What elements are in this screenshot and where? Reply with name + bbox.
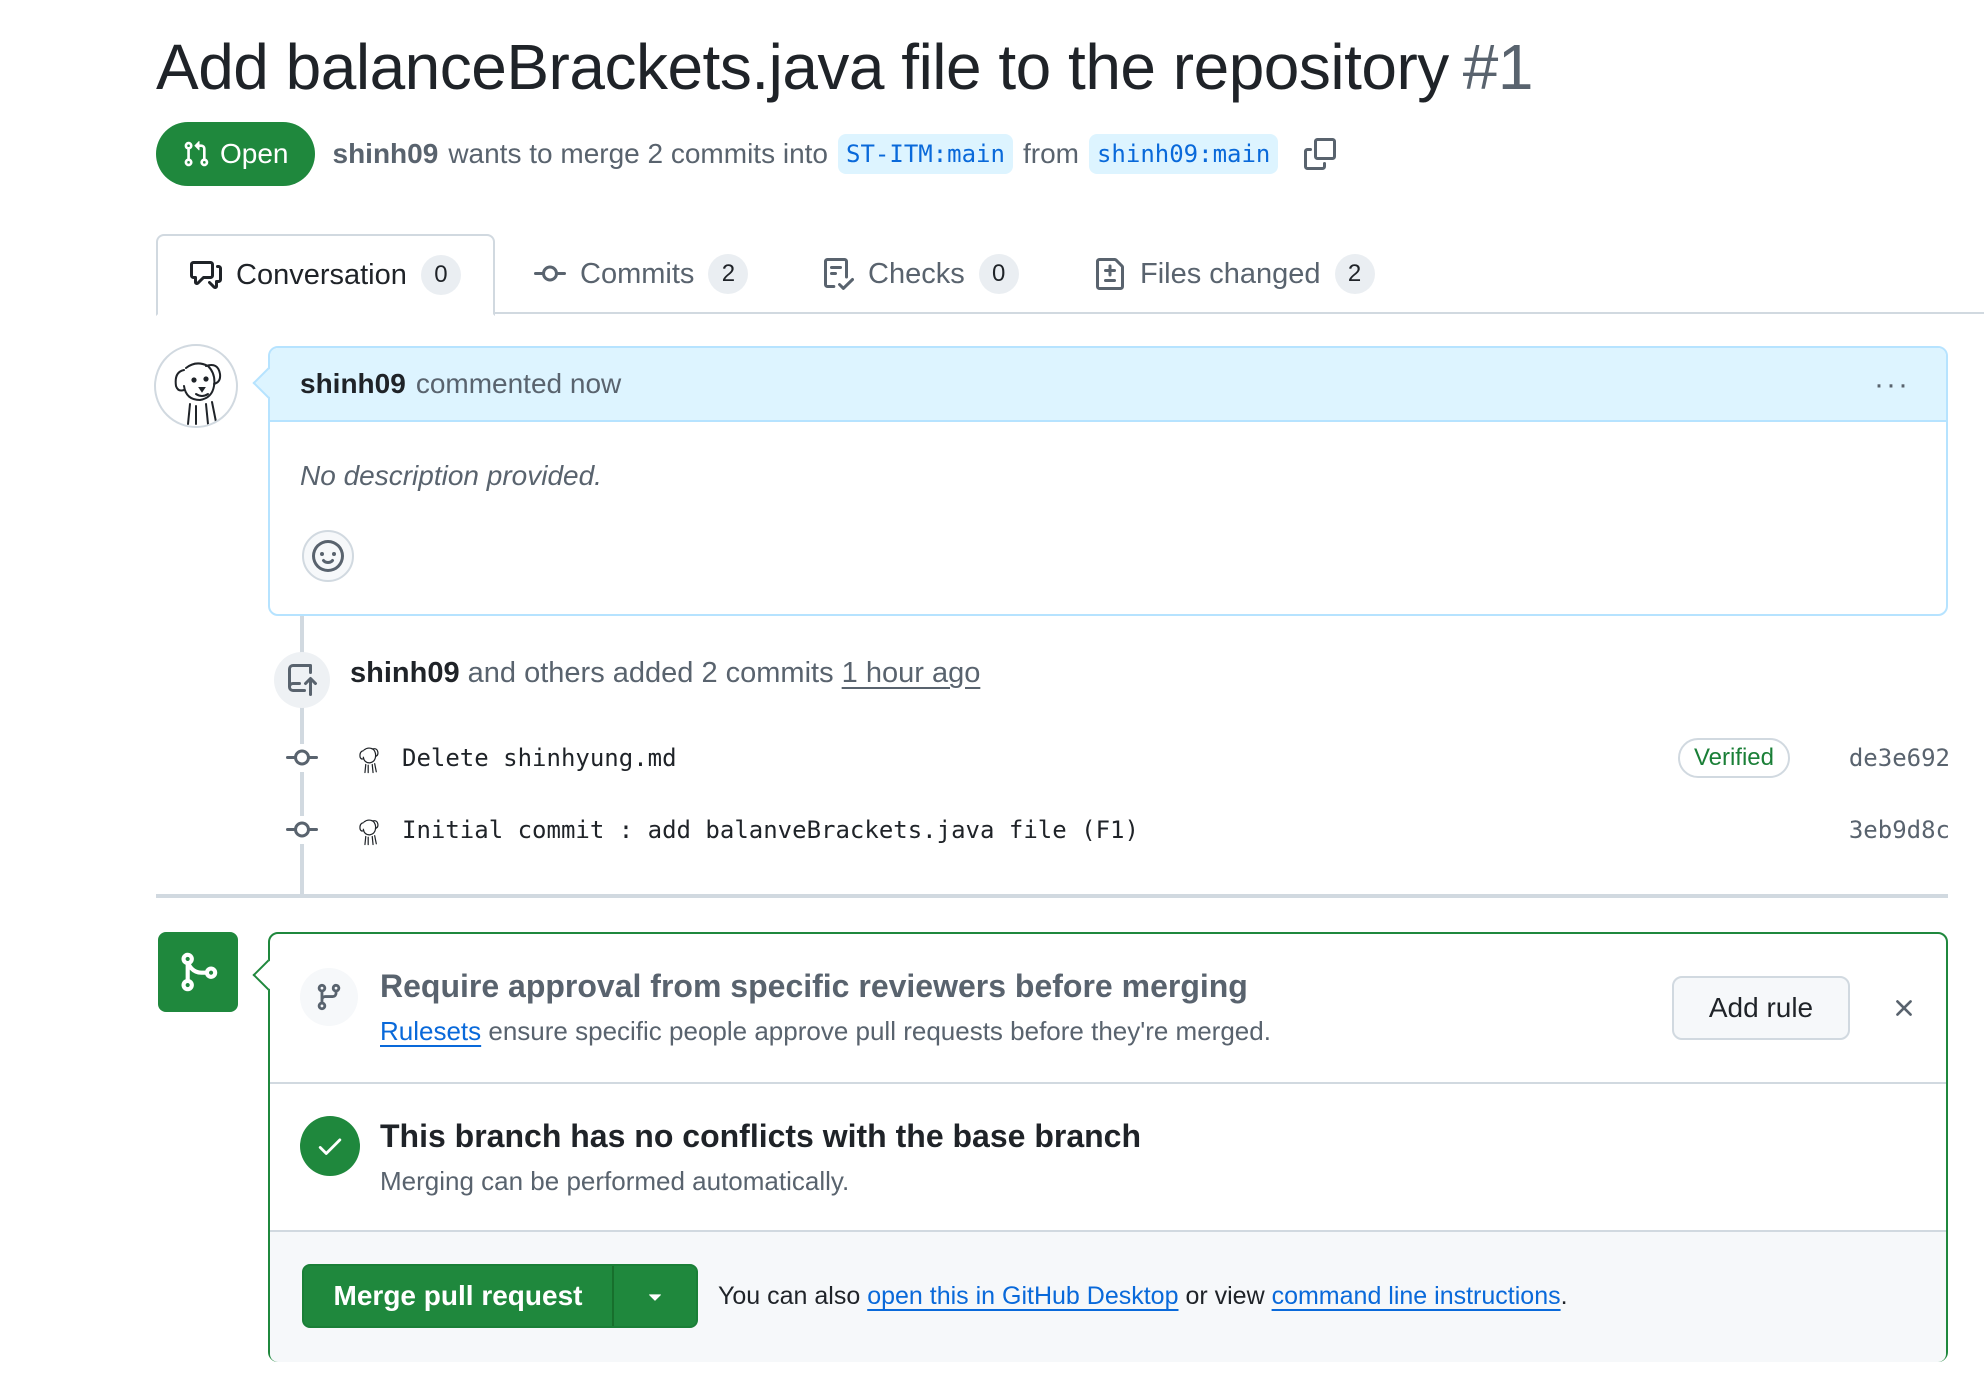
- push-description: and others added 2 commits: [467, 657, 834, 689]
- rulesets-link[interactable]: Rulesets: [380, 1016, 481, 1046]
- triangle-down-icon: [649, 1294, 661, 1301]
- commit-row: Initial commit : add balanveBrackets.jav…: [280, 805, 1950, 855]
- git-branch-icon: [300, 968, 358, 1026]
- pr-author[interactable]: shinh09: [333, 138, 439, 170]
- tab-commits[interactable]: Commits 2: [502, 234, 780, 314]
- commit-message[interactable]: Delete shinhyung.md: [402, 744, 677, 772]
- tab-checks[interactable]: Checks 0: [790, 234, 1051, 314]
- avatar[interactable]: [154, 344, 238, 428]
- tab-label: Files changed: [1140, 257, 1321, 290]
- tab-label: Commits: [580, 257, 695, 290]
- tab-label: Conversation: [236, 258, 407, 291]
- base-branch[interactable]: ST-ITM:main: [838, 134, 1013, 174]
- head-branch[interactable]: shinh09:main: [1088, 134, 1279, 174]
- git-merge-icon: [181, 952, 218, 992]
- timeline-separator: [156, 894, 1948, 898]
- push-time[interactable]: 1 hour ago: [842, 657, 981, 689]
- pr-description-comment: shinh09 commented now ··· No description…: [268, 346, 1948, 616]
- merge-actions: Merge pull request You can also open thi…: [270, 1232, 1946, 1362]
- commit-message[interactable]: Initial commit : add balanveBrackets.jav…: [402, 816, 1139, 844]
- merge-pull-request-button[interactable]: Merge pull request: [304, 1266, 614, 1326]
- copy-branch-button[interactable]: [1302, 136, 1338, 172]
- smiley-icon: [312, 540, 344, 572]
- comment-action: commented now: [415, 368, 622, 399]
- open-desktop-link[interactable]: open this in GitHub Desktop: [867, 1282, 1178, 1310]
- commit-row: Delete shinhyung.md Verified de3e692: [280, 733, 1950, 783]
- push-event-text: shinh09 and others added 2 commits 1 hou…: [350, 657, 980, 690]
- comment-body: No description provided.: [300, 460, 602, 491]
- merge-button-group: Merge pull request: [302, 1264, 698, 1328]
- conflict-status-title: This branch has no conflicts with the ba…: [380, 1118, 1142, 1154]
- ruleset-title: Require approval from specific reviewers…: [380, 968, 1248, 1004]
- tab-counter: 2: [1334, 254, 1375, 294]
- ruleset-description: Rulesets ensure specific people approve …: [380, 1016, 1271, 1047]
- tab-conversation[interactable]: Conversation 0: [156, 234, 495, 316]
- kebab-menu-icon[interactable]: ···: [1874, 368, 1910, 402]
- check-icon: [300, 1116, 360, 1176]
- merge-options-dropdown[interactable]: [614, 1266, 696, 1326]
- add-rule-button[interactable]: Add rule: [1672, 976, 1850, 1040]
- command-line-instructions-link[interactable]: command line instructions: [1272, 1282, 1561, 1310]
- copy-icon: [1304, 138, 1337, 170]
- verified-badge[interactable]: Verified: [1677, 738, 1790, 778]
- merge-status-badge: [158, 932, 238, 1012]
- git-commit-icon: [280, 744, 324, 772]
- pr-title: Add balanceBrackets.java file to the rep…: [156, 30, 1533, 104]
- from-text: from: [1022, 138, 1079, 169]
- tab-counter: 0: [978, 254, 1019, 294]
- git-pull-request-icon: [184, 141, 209, 167]
- tab-counter: 0: [420, 255, 461, 295]
- merge-text: wants to merge 2 commits into: [448, 138, 829, 169]
- ruleset-suggestion: Require approval from specific reviewers…: [270, 934, 1946, 1084]
- ruleset-desc-text: ensure specific people approve pull requ…: [488, 1016, 1271, 1046]
- dog-avatar-icon: [174, 362, 222, 425]
- pr-title-text: Add balanceBrackets.java file to the rep…: [156, 31, 1449, 103]
- checklist-icon: [824, 258, 854, 290]
- tab-label: Checks: [868, 257, 965, 290]
- tab-files-changed[interactable]: Files changed 2: [1062, 234, 1407, 314]
- pr-tabs: Conversation 0 Commits 2 Checks 0 Files …: [156, 234, 1984, 316]
- merge-box: Require approval from specific reviewers…: [268, 932, 1948, 1362]
- note-suffix: .: [1560, 1282, 1568, 1310]
- comment-author[interactable]: shinh09: [300, 368, 406, 400]
- note-prefix: You can also: [718, 1282, 861, 1310]
- comment-discussion-icon: [190, 261, 222, 289]
- git-commit-icon: [534, 265, 566, 282]
- note-middle: or view: [1185, 1282, 1265, 1310]
- commit-sha[interactable]: 3eb9d8c: [1849, 816, 1950, 844]
- pr-number: #1: [1462, 31, 1534, 103]
- git-commit-icon: [280, 816, 324, 844]
- add-reaction-button[interactable]: [302, 530, 354, 582]
- commit-author-avatar[interactable]: [352, 741, 386, 775]
- push-event-badge: [274, 652, 330, 708]
- commit-author-avatar[interactable]: [352, 813, 386, 847]
- file-diff-icon: [1096, 258, 1124, 290]
- pr-meta: Open shinh09 wants to merge 2 commits in…: [156, 122, 1338, 186]
- close-icon: [1896, 1000, 1912, 1016]
- comment-header: shinh09 commented now: [270, 348, 1946, 422]
- commit-sha[interactable]: de3e692: [1849, 744, 1950, 772]
- state-label: Open: [220, 138, 289, 169]
- state-badge: Open: [156, 122, 315, 186]
- dismiss-button[interactable]: [1886, 990, 1922, 1026]
- conflict-status-description: Merging can be performed automatically.: [380, 1166, 850, 1196]
- push-author[interactable]: shinh09: [350, 657, 460, 689]
- repo-push-icon: [288, 664, 317, 696]
- merge-conflict-status: This branch has no conflicts with the ba…: [270, 1084, 1946, 1232]
- merge-alternatives-note: You can also open this in GitHub Desktop…: [718, 1282, 1568, 1311]
- tab-counter: 2: [708, 254, 749, 294]
